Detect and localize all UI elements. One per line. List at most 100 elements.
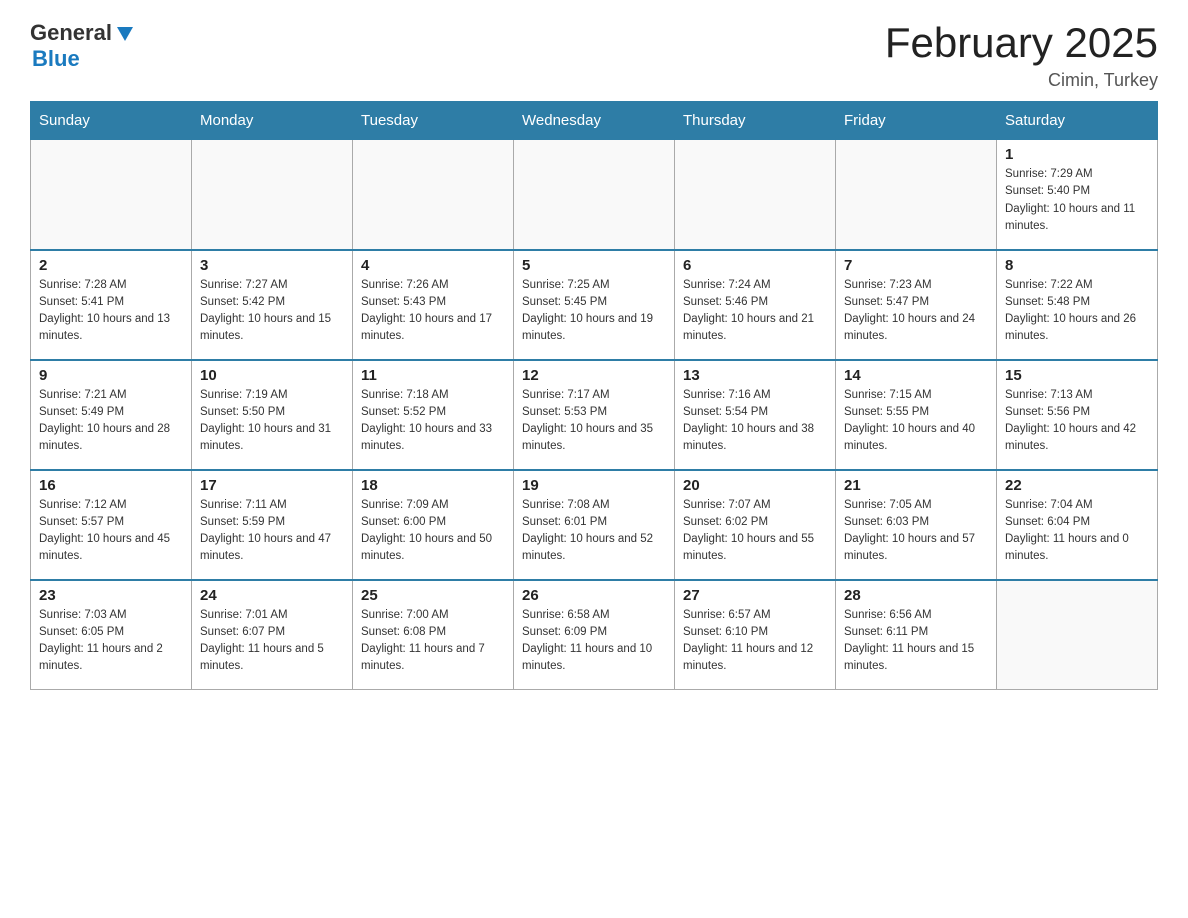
calendar-table: SundayMondayTuesdayWednesdayThursdayFrid… [30,101,1158,690]
day-info: Sunrise: 6:56 AMSunset: 6:11 PMDaylight:… [844,607,988,676]
calendar-cell [836,140,997,250]
location-label: Cimin, Turkey [885,70,1158,91]
calendar-cell [997,580,1158,690]
calendar-cell [353,140,514,250]
day-info: Sunrise: 7:09 AMSunset: 6:00 PMDaylight:… [361,497,505,566]
calendar-cell: 19Sunrise: 7:08 AMSunset: 6:01 PMDayligh… [514,470,675,580]
calendar-cell: 23 Sunrise: 7:03 AMSunset: 6:05 PMDayligh… [31,580,192,690]
month-title: February 2025 [885,20,1158,66]
logo-arrow-icon [114,23,136,45]
day-number: 24 [200,587,344,604]
day-number: 23 [39,587,183,604]
calendar-cell: 11Sunrise: 7:18 AMSunset: 5:52 PMDayligh… [353,360,514,470]
calendar-cell: 24 Sunrise: 7:01 AMSunset: 6:07 PMDayligh… [192,580,353,690]
day-number: 7 [844,257,988,274]
day-number: 8 [1005,257,1149,274]
day-info: Sunrise: 7:27 AMSunset: 5:42 PMDaylight:… [200,277,344,346]
day-number: 4 [361,257,505,274]
calendar-cell [514,140,675,250]
calendar-week-row: 1 Sunrise: 7:29 AMSunset: 5:40 PMDaylight… [31,140,1158,250]
days-header-row: SundayMondayTuesdayWednesdayThursdayFrid… [31,102,1158,140]
calendar-week-row: 16 Sunrise: 7:12 AMSunset: 5:57 PMDayligh… [31,470,1158,580]
calendar-cell: 4 Sunrise: 7:26 AMSunset: 5:43 PMDaylight… [353,250,514,360]
day-of-week-header: Tuesday [353,102,514,140]
day-number: 15 [1005,367,1149,384]
day-number: 13 [683,367,827,384]
day-number: 10 [200,367,344,384]
day-number: 6 [683,257,827,274]
day-number: 1 [1005,146,1149,163]
title-section: February 2025 Cimin, Turkey [885,20,1158,91]
day-number: 20 [683,477,827,494]
calendar-week-row: 9Sunrise: 7:21 AMSunset: 5:49 PMDaylight… [31,360,1158,470]
day-number: 22 [1005,477,1149,494]
day-info: Sunrise: 7:01 AMSunset: 6:07 PMDaylight:… [200,607,344,676]
calendar-cell: 1 Sunrise: 7:29 AMSunset: 5:40 PMDaylight… [997,140,1158,250]
day-number: 9 [39,367,183,384]
day-info: Sunrise: 7:11 AMSunset: 5:59 PMDaylight:… [200,497,344,566]
day-info: Sunrise: 7:07 AMSunset: 6:02 PMDaylight:… [683,497,827,566]
day-info: Sunrise: 7:00 AMSunset: 6:08 PMDaylight:… [361,607,505,676]
calendar-cell: 26 Sunrise: 6:58 AMSunset: 6:09 PMDayligh… [514,580,675,690]
calendar-cell: 21 Sunrise: 7:05 AMSunset: 6:03 PMDayligh… [836,470,997,580]
day-info: Sunrise: 6:57 AMSunset: 6:10 PMDaylight:… [683,607,827,676]
day-info: Sunrise: 7:23 AMSunset: 5:47 PMDaylight:… [844,277,988,346]
day-number: 21 [844,477,988,494]
day-info: Sunrise: 7:12 AMSunset: 5:57 PMDaylight:… [39,497,183,566]
page-header: General Blue February 2025 Cimin, Turkey [30,20,1158,91]
calendar-cell: 10 Sunrise: 7:19 AMSunset: 5:50 PMDayligh… [192,360,353,470]
calendar-cell [192,140,353,250]
day-info: Sunrise: 7:25 AMSunset: 5:45 PMDaylight:… [522,277,666,346]
day-info: Sunrise: 7:03 AMSunset: 6:05 PMDaylight:… [39,607,183,676]
calendar-cell: 25 Sunrise: 7:00 AMSunset: 6:08 PMDayligh… [353,580,514,690]
calendar-cell: 20 Sunrise: 7:07 AMSunset: 6:02 PMDayligh… [675,470,836,580]
calendar-cell: 27Sunrise: 6:57 AMSunset: 6:10 PMDayligh… [675,580,836,690]
day-number: 12 [522,367,666,384]
day-number: 16 [39,477,183,494]
day-info: Sunrise: 7:15 AMSunset: 5:55 PMDaylight:… [844,387,988,456]
day-info: Sunrise: 7:05 AMSunset: 6:03 PMDaylight:… [844,497,988,566]
calendar-cell: 2 Sunrise: 7:28 AMSunset: 5:41 PMDaylight… [31,250,192,360]
calendar-cell: 8 Sunrise: 7:22 AMSunset: 5:48 PMDaylight… [997,250,1158,360]
day-info: Sunrise: 7:19 AMSunset: 5:50 PMDaylight:… [200,387,344,456]
calendar-cell [675,140,836,250]
day-number: 14 [844,367,988,384]
calendar-week-row: 2 Sunrise: 7:28 AMSunset: 5:41 PMDaylight… [31,250,1158,360]
day-info: Sunrise: 6:58 AMSunset: 6:09 PMDaylight:… [522,607,666,676]
calendar-week-row: 23 Sunrise: 7:03 AMSunset: 6:05 PMDayligh… [31,580,1158,690]
calendar-cell: 22 Sunrise: 7:04 AMSunset: 6:04 PMDayligh… [997,470,1158,580]
calendar-cell: 15Sunrise: 7:13 AMSunset: 5:56 PMDayligh… [997,360,1158,470]
day-number: 26 [522,587,666,604]
day-number: 28 [844,587,988,604]
calendar-cell: 7 Sunrise: 7:23 AMSunset: 5:47 PMDaylight… [836,250,997,360]
day-number: 25 [361,587,505,604]
day-number: 18 [361,477,505,494]
day-info: Sunrise: 7:28 AMSunset: 5:41 PMDaylight:… [39,277,183,346]
calendar-cell: 3 Sunrise: 7:27 AMSunset: 5:42 PMDaylight… [192,250,353,360]
day-info: Sunrise: 7:08 AMSunset: 6:01 PMDaylight:… [522,497,666,566]
day-info: Sunrise: 7:24 AMSunset: 5:46 PMDaylight:… [683,277,827,346]
day-number: 3 [200,257,344,274]
calendar-cell: 6 Sunrise: 7:24 AMSunset: 5:46 PMDaylight… [675,250,836,360]
day-info: Sunrise: 7:26 AMSunset: 5:43 PMDaylight:… [361,277,505,346]
day-info: Sunrise: 7:18 AMSunset: 5:52 PMDaylight:… [361,387,505,456]
day-of-week-header: Monday [192,102,353,140]
day-info: Sunrise: 7:29 AMSunset: 5:40 PMDaylight:… [1005,166,1149,235]
calendar-cell: 18 Sunrise: 7:09 AMSunset: 6:00 PMDayligh… [353,470,514,580]
logo-blue-text: Blue [30,46,136,72]
day-number: 5 [522,257,666,274]
calendar-cell: 17 Sunrise: 7:11 AMSunset: 5:59 PMDayligh… [192,470,353,580]
day-info: Sunrise: 7:22 AMSunset: 5:48 PMDaylight:… [1005,277,1149,346]
calendar-cell: 9Sunrise: 7:21 AMSunset: 5:49 PMDaylight… [31,360,192,470]
day-of-week-header: Friday [836,102,997,140]
day-number: 2 [39,257,183,274]
calendar-cell: 13 Sunrise: 7:16 AMSunset: 5:54 PMDayligh… [675,360,836,470]
day-of-week-header: Thursday [675,102,836,140]
calendar-cell: 14 Sunrise: 7:15 AMSunset: 5:55 PMDayligh… [836,360,997,470]
day-of-week-header: Wednesday [514,102,675,140]
day-info: Sunrise: 7:16 AMSunset: 5:54 PMDaylight:… [683,387,827,456]
day-info: Sunrise: 7:04 AMSunset: 6:04 PMDaylight:… [1005,497,1149,566]
calendar-cell: 28 Sunrise: 6:56 AMSunset: 6:11 PMDayligh… [836,580,997,690]
day-number: 17 [200,477,344,494]
logo: General Blue [30,20,136,72]
